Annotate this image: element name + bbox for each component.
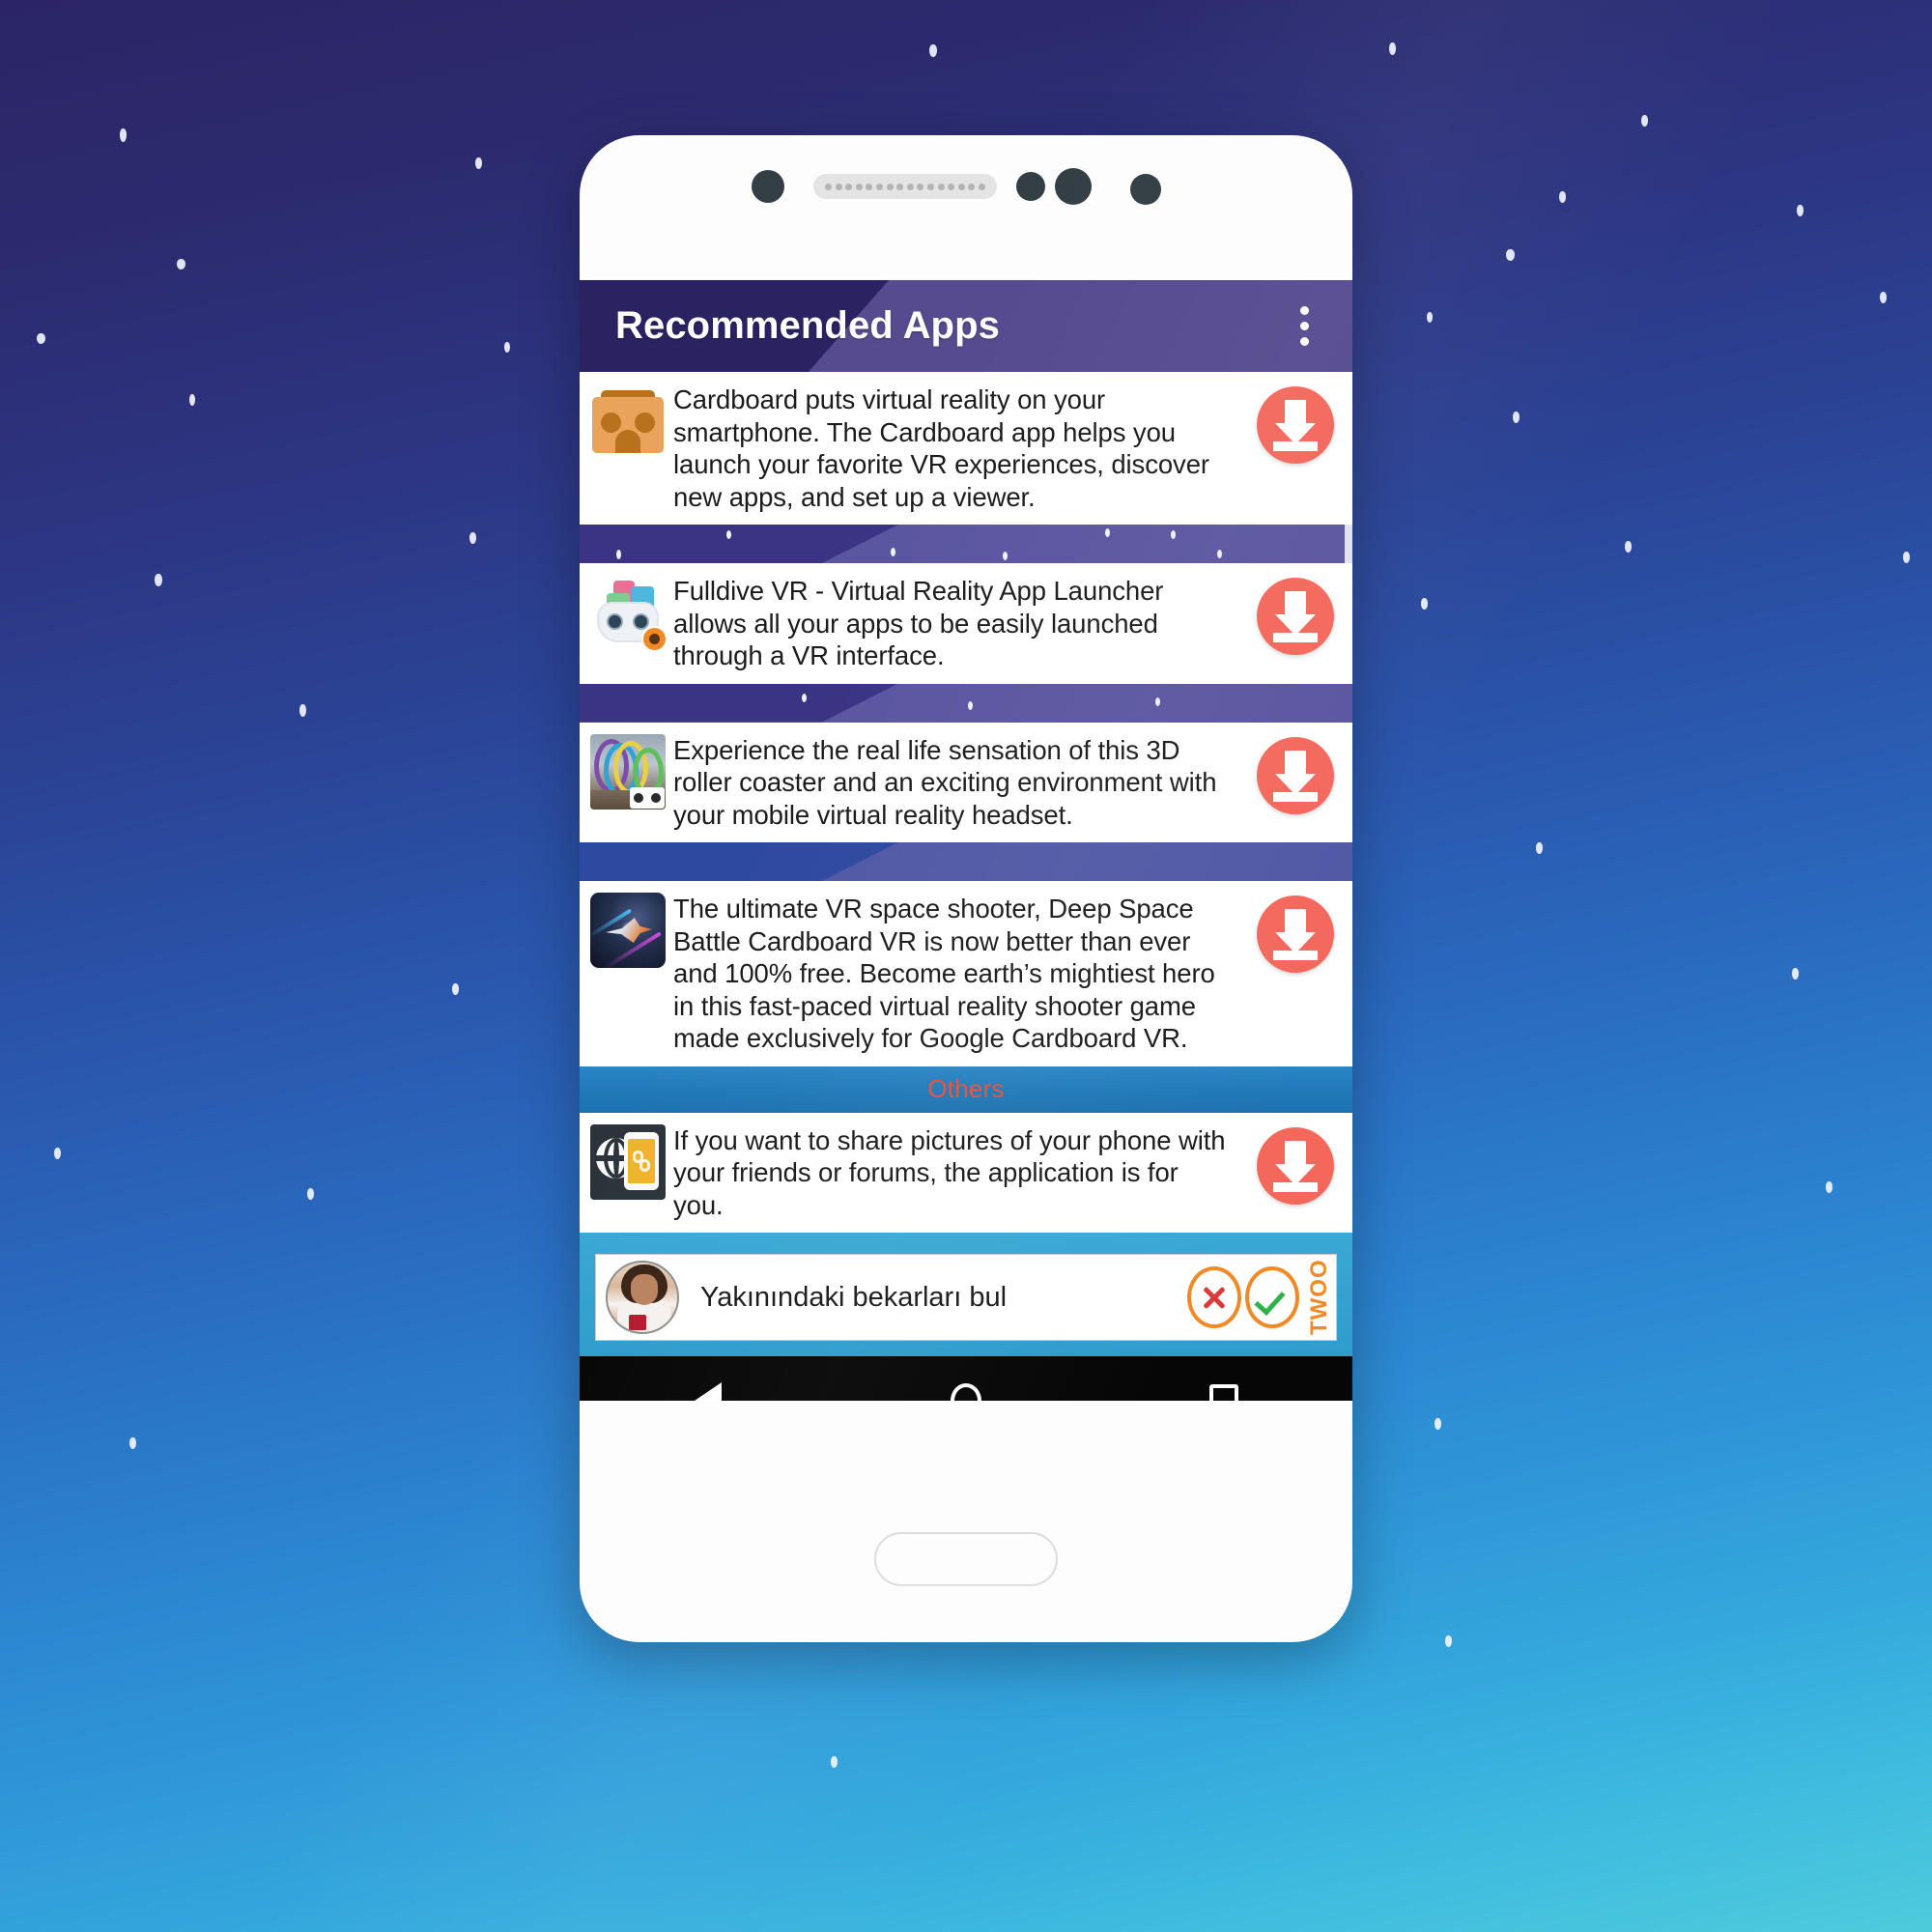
android-navigation-bar — [580, 1356, 1352, 1401]
download-slot — [1238, 734, 1352, 814]
app-icon-slot — [582, 893, 673, 970]
star — [299, 704, 306, 717]
desktop-wallpaper: Recommended Apps Cardboard puts virtual … — [0, 0, 1932, 1932]
app-icon-slot — [582, 733, 673, 811]
section-header-others: Others — [580, 1065, 1352, 1113]
star — [504, 342, 510, 353]
download-slot — [1238, 575, 1352, 655]
app-description: The ultimate VR space shooter, Deep Spac… — [673, 894, 1215, 1053]
page-title: Recommended Apps — [615, 304, 1000, 347]
download-icon[interactable] — [1257, 578, 1334, 655]
star — [475, 157, 482, 169]
list-divider — [580, 525, 1352, 563]
list-item[interactable]: Experience the real life sensation of th… — [580, 722, 1352, 842]
front-camera-icon — [1055, 168, 1092, 205]
star — [1421, 598, 1428, 610]
star — [1792, 968, 1799, 980]
led-indicator-icon — [1130, 174, 1161, 205]
star — [1826, 1181, 1833, 1193]
x-icon[interactable] — [1187, 1266, 1241, 1328]
download-icon[interactable] — [1257, 736, 1334, 814]
download-slot — [1238, 893, 1352, 973]
star — [831, 1756, 838, 1768]
star — [1513, 412, 1520, 423]
list-divider — [580, 842, 1352, 881]
front-sensor-icon — [752, 170, 784, 203]
list-item[interactable]: Cardboard puts virtual reality on your s… — [580, 372, 1352, 525]
star — [929, 44, 937, 57]
star — [37, 333, 45, 344]
phone-device: Recommended Apps Cardboard puts virtual … — [580, 135, 1352, 1642]
list-item[interactable]: If you want to share pictures of your ph… — [580, 1112, 1352, 1233]
recommended-apps-list[interactable]: Cardboard puts virtual reality on your s… — [580, 372, 1352, 1233]
star — [177, 259, 185, 270]
home-circle-icon[interactable] — [913, 1356, 1019, 1401]
app-icon-slot — [582, 1123, 673, 1202]
app-description: Fulldive VR - Virtual Reality App Launch… — [673, 576, 1164, 670]
back-triangle-icon[interactable] — [655, 1356, 761, 1401]
more-vertical-icon[interactable] — [1277, 280, 1331, 372]
list-item[interactable]: Fulldive VR - Virtual Reality App Launch… — [580, 563, 1352, 684]
download-icon[interactable] — [1257, 386, 1334, 464]
download-icon[interactable] — [1257, 1126, 1334, 1205]
star — [1559, 191, 1566, 203]
link-share-icon — [590, 1123, 666, 1200]
app-icon-slot — [582, 384, 673, 461]
star — [1389, 43, 1396, 55]
fulldive-vr-headset-icon — [590, 575, 668, 652]
app-description: Experience the real life sensation of th… — [673, 734, 1217, 830]
star — [1880, 292, 1887, 303]
deep-space-battle-icon — [590, 893, 666, 968]
section-header-label: Others — [927, 1074, 1005, 1103]
star — [120, 128, 127, 142]
app-icon-slot — [582, 575, 673, 652]
star — [1625, 541, 1632, 553]
star — [129, 1437, 136, 1449]
home-button[interactable] — [874, 1532, 1058, 1586]
earpiece-speaker — [813, 174, 997, 199]
star — [1427, 312, 1433, 323]
star — [1435, 1418, 1441, 1430]
list-item[interactable]: The ultimate VR space shooter, Deep Spac… — [580, 881, 1352, 1066]
download-icon[interactable] — [1257, 895, 1334, 973]
recents-square-icon[interactable] — [1171, 1356, 1277, 1401]
star — [189, 394, 195, 406]
app-bar: Recommended Apps — [580, 280, 1352, 372]
star — [1536, 842, 1543, 854]
scrollbar[interactable] — [1345, 454, 1352, 638]
check-icon[interactable] — [1245, 1266, 1299, 1328]
star — [54, 1148, 61, 1159]
phone-screen: Recommended Apps Cardboard puts virtual … — [580, 280, 1352, 1401]
star — [1506, 249, 1515, 261]
proximity-sensor-icon — [1016, 172, 1045, 201]
ad-container: Yakınındaki bekarları bul TWOO — [580, 1233, 1352, 1356]
download-slot — [1238, 1124, 1352, 1205]
google-cardboard-icon — [590, 384, 666, 459]
star — [469, 532, 476, 544]
phone-top-bezel — [580, 135, 1352, 280]
star — [1641, 115, 1648, 127]
list-divider — [580, 683, 1352, 723]
star — [307, 1188, 314, 1200]
star — [1797, 205, 1804, 216]
star — [452, 983, 459, 995]
star — [1445, 1635, 1452, 1647]
app-description: If you want to share pictures of your ph… — [673, 1124, 1226, 1220]
star — [1903, 552, 1910, 563]
app-description: Cardboard puts virtual reality on your s… — [673, 384, 1209, 512]
avatar — [606, 1261, 679, 1334]
ad-brand-label: TWOO — [1306, 1259, 1332, 1336]
ad-banner[interactable]: Yakınındaki bekarları bul TWOO — [595, 1254, 1337, 1341]
download-slot — [1238, 384, 1352, 464]
ad-text: Yakınındaki bekarları bul — [700, 1281, 1008, 1313]
roller-coaster-vr-icon — [590, 733, 666, 810]
star — [155, 574, 162, 586]
